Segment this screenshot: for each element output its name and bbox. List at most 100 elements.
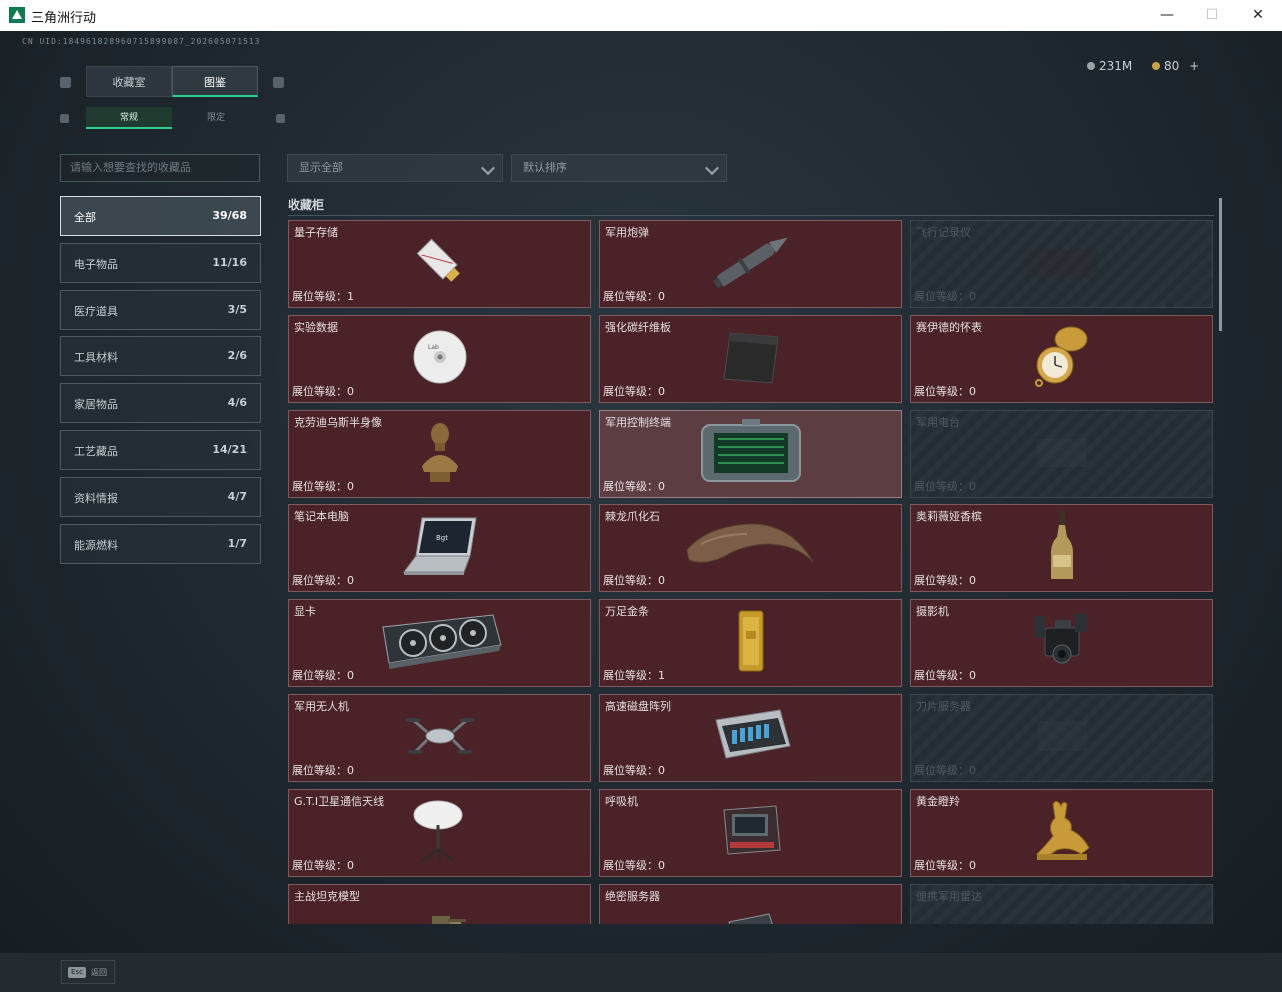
next-subtab-key-icon[interactable] (276, 114, 285, 123)
collection-card[interactable]: 主战坦克模型 (288, 883, 591, 924)
item-level: 展位等级：0 (914, 574, 976, 588)
item-name: 万足金条 (605, 605, 649, 619)
item-name: 强化碳纤维板 (605, 320, 671, 334)
ventilator-icon (716, 802, 786, 864)
usb-drive-icon (410, 232, 470, 296)
collection-card[interactable]: 飞行记录仪 展位等级：0 (910, 220, 1213, 308)
item-level: 展位等级：0 (292, 384, 354, 398)
item-name: 军用炮弹 (605, 226, 649, 239)
subtab-regular-label: 常规 (119, 113, 138, 123)
sort-dropdown[interactable]: 默认排序 (511, 154, 727, 182)
item-name: 黄金瞪羚 (916, 794, 960, 808)
section-divider (288, 215, 1214, 216)
category-item[interactable]: 工具材料 2/6 (60, 336, 261, 377)
category-item[interactable]: 资料情报 4/7 (60, 476, 261, 517)
collection-card[interactable]: 呼吸机展位等级：0 (599, 788, 902, 877)
collection-card[interactable]: 刀片服务器 展位等级：0 (910, 694, 1213, 782)
game-area: CN UID:184961828960715899087_20260507151… (0, 31, 1282, 992)
collection-card[interactable]: 量子存储 展位等级：1 (288, 220, 591, 308)
scrollbar[interactable] (1219, 198, 1222, 331)
disc-icon: Lab (410, 327, 470, 391)
item-level: 展位等级：0 (603, 574, 665, 588)
collection-card[interactable]: 军用控制终端 展位等级：0 (599, 409, 902, 498)
collection-card[interactable]: G.T.I卫星通信天线 展位等级：0 (288, 788, 591, 877)
collection-card[interactable]: 显卡 展位等级：0 (288, 599, 591, 688)
item-name: 便携军用雷达 (916, 889, 982, 903)
category-label: 资料情报 (74, 491, 118, 505)
category-item[interactable]: 电子物品 11/16 (60, 242, 261, 283)
minimize-button[interactable]: — (1144, 0, 1190, 31)
category-label: 医疗道具 (74, 304, 118, 318)
window-title: 三角洲行动 (31, 11, 97, 26)
item-level: 展位等级：0 (292, 764, 354, 777)
subtab-regular[interactable]: 常规 (86, 107, 172, 129)
collection-card[interactable]: 万足金条 展位等级：1 (599, 599, 902, 688)
tab-collection-room[interactable]: 收藏室 (86, 66, 172, 97)
carbon-plate-icon (716, 327, 786, 391)
item-name: 奥莉薇娅香槟 (916, 510, 982, 524)
bust-icon (416, 418, 464, 490)
collection-card[interactable]: 便携军用雷达 (910, 883, 1213, 924)
tab-catalog[interactable]: 图鉴 (172, 66, 258, 97)
collection-card[interactable]: 赛伊德的怀表 展位等级：0 (910, 314, 1213, 403)
category-count: 4/7 (227, 489, 247, 503)
sort-dropdown-value: 默认排序 (523, 161, 567, 174)
item-level: 展位等级：0 (914, 384, 976, 398)
category-item[interactable]: 医疗道具 3/5 (60, 289, 261, 330)
game-window: 三角洲行动 — ☐ ✕ CN UID:184961828960715899087… (0, 0, 1282, 992)
maximize-button[interactable]: ☐ (1189, 0, 1235, 31)
tank-model-icon (410, 906, 470, 924)
item-name: 赛伊德的怀表 (916, 320, 982, 334)
collection-card[interactable]: 奥莉薇娅香槟 展位等级：0 (910, 504, 1213, 593)
secret-server-icon (721, 906, 781, 924)
collection-card[interactable]: 摄影机 展位等级：0 (910, 599, 1213, 688)
currency-b-value: 80 (1164, 59, 1180, 73)
disk-array-icon (706, 706, 796, 770)
search-input[interactable]: 请输入想要查找的收藏品 (60, 154, 260, 182)
filter-dropdown-value: 显示全部 (299, 161, 343, 174)
prev-subtab-key-icon[interactable] (60, 114, 69, 123)
collection-card[interactable]: 棘龙爪化石 展位等级：0 (599, 504, 902, 593)
item-name: 呼吸机 (605, 794, 638, 808)
collection-card[interactable]: 军用炮弹 展位等级：0 (599, 220, 902, 308)
artillery-shell-icon (701, 227, 801, 301)
item-level: 展位等级：0 (292, 574, 354, 588)
coin-silver-icon (1087, 62, 1095, 70)
chevron-down-icon (480, 160, 496, 176)
svg-text:Lab: Lab (428, 344, 439, 351)
add-currency-button[interactable]: + (1189, 59, 1199, 73)
item-name: 飞行记录仪 (916, 226, 971, 239)
item-name: 量子存储 (294, 226, 338, 239)
category-count: 3/5 (227, 302, 247, 316)
blade-server-icon (1017, 711, 1107, 765)
item-level: 展位等级：0 (603, 479, 665, 493)
collection-card[interactable]: 黄金瞪羚 展位等级：0 (910, 788, 1213, 877)
subtab-limited[interactable]: 限定 (173, 107, 259, 129)
item-level: 展位等级：0 (603, 858, 665, 872)
back-label: 返回 (91, 968, 107, 977)
collection-card[interactable]: 高速磁盘阵列 展位等级：0 (599, 694, 902, 782)
title-bar: 三角洲行动 — ☐ ✕ (0, 0, 1282, 32)
gold-bar-icon (735, 609, 767, 677)
collection-card[interactable]: 笔记本电脑 Bgt 展位等级：0 (288, 504, 591, 593)
collection-card[interactable]: 军用电台 展位等级：0 (910, 409, 1213, 498)
category-item[interactable]: 工艺藏品 14/21 (60, 430, 261, 470)
category-item[interactable]: 能源燃料 1/7 (60, 523, 261, 564)
category-label: 家居物品 (74, 398, 118, 412)
filter-dropdown[interactable]: 显示全部 (287, 154, 503, 182)
item-name: 军用电台 (916, 415, 960, 429)
close-button[interactable]: ✕ (1235, 0, 1281, 31)
satellite-dish-icon (410, 797, 470, 869)
collection-card[interactable]: 军用无人机 展位等级：0 (288, 694, 591, 782)
category-item[interactable]: 全部 39/68 (60, 196, 261, 236)
collection-card[interactable]: 绝密服务器 (599, 883, 902, 924)
collection-card[interactable]: 克劳迪乌斯半身像 展位等级：0 (288, 409, 591, 498)
category-label: 电子物品 (74, 257, 118, 271)
item-level: 展位等级：0 (292, 669, 354, 683)
collection-card[interactable]: 实验数据 Lab 展位等级：0 (288, 314, 591, 403)
prev-tab-key-icon[interactable] (60, 77, 71, 88)
back-button[interactable]: Esc 返回 (61, 960, 115, 984)
next-tab-key-icon[interactable] (273, 77, 284, 88)
collection-card[interactable]: 强化碳纤维板 展位等级：0 (599, 314, 902, 403)
category-item[interactable]: 家居物品 4/6 (60, 383, 261, 424)
